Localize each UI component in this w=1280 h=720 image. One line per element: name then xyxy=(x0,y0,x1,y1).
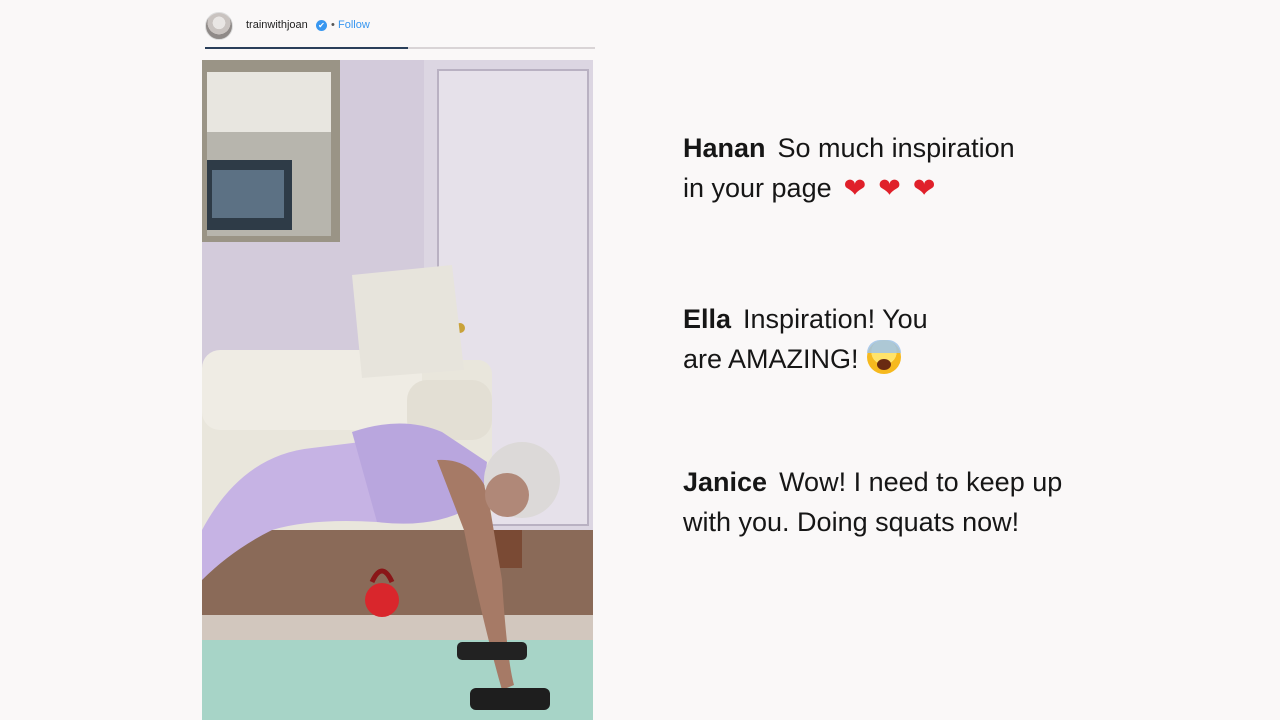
comment-line: Ella Inspiration! You xyxy=(683,299,1243,339)
comment-ella: Ella Inspiration! You are AMAZING! xyxy=(683,299,1243,379)
comment-text: So much inspiration xyxy=(777,133,1015,163)
comment-text: Wow! I need to keep up xyxy=(779,467,1063,497)
comment-line: are AMAZING! xyxy=(683,339,1243,379)
comment-hanan: Hanan So much inspiration in your page ❤ ❤ ❤ xyxy=(683,128,1243,209)
follow-button[interactable]: Follow xyxy=(338,19,370,31)
comment-author: Ella xyxy=(683,304,732,334)
comment-line: with you. Doing squats now! xyxy=(683,502,1243,542)
heart-icon: ❤ xyxy=(878,173,901,204)
avatar[interactable] xyxy=(205,12,233,40)
verified-badge-icon: ✔ xyxy=(316,20,327,31)
comment-text: in your page xyxy=(683,173,832,203)
comment-line: Janice Wow! I need to keep up xyxy=(683,462,1243,502)
comment-text: are AMAZING! xyxy=(683,344,859,374)
story-header: trainwithjoan ✔ • Follow xyxy=(205,10,600,52)
heart-icon: ❤ xyxy=(912,173,936,204)
story-progress-bar xyxy=(205,47,595,49)
story-progress-fill xyxy=(205,47,408,49)
video-frame-illustration xyxy=(202,60,593,720)
comment-janice: Janice Wow! I need to keep up with you. D… xyxy=(683,462,1243,542)
comment-author: Janice xyxy=(683,467,768,497)
comment-line: Hanan So much inspiration xyxy=(683,128,1243,168)
screaming-face-icon xyxy=(866,340,901,374)
heart-icon: ❤ xyxy=(843,173,867,204)
story-video[interactable] xyxy=(202,60,593,720)
comment-author: Hanan xyxy=(683,133,766,163)
comment-line: in your page ❤ ❤ ❤ xyxy=(683,168,1243,209)
comment-text: Inspiration! You xyxy=(743,304,928,334)
comment-text: with you. Doing squats now! xyxy=(683,507,1020,537)
username[interactable]: trainwithjoan xyxy=(246,19,308,31)
separator-dot: • xyxy=(331,19,335,31)
